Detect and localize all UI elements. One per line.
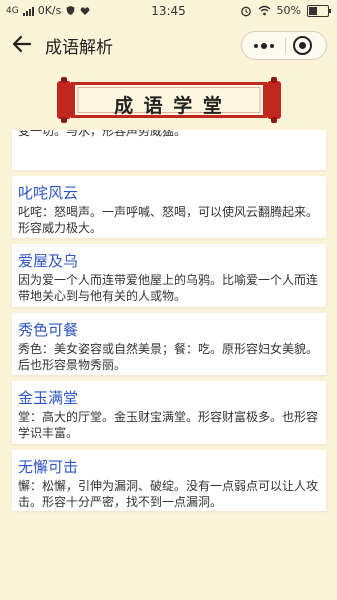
wifi-icon	[258, 5, 271, 16]
idiom-desc: 叱咤：怒喝声。一声呼喊、怒喝，可以使风云翻腾起来。形容威力极大。	[18, 205, 319, 235]
idiom-card: 叱咤风云 叱咤：怒喝声。一声呼喊、怒喝，可以使风云翻腾起来。形容威力极大。	[12, 176, 326, 238]
idiom-word[interactable]: 金玉满堂	[18, 387, 78, 408]
banner-area: 成 语 学 堂	[0, 67, 337, 127]
idiom-desc: 变一切。与水，形容声势威猛。	[18, 130, 187, 138]
idiom-desc: 堂：高大的厅堂。金玉财宝满堂。形容财富极多。也形容学识丰富。	[18, 410, 319, 440]
idiom-card: 无懈可击 懈：松懈，引伸为漏洞、破绽。没有一点弱点可以让人攻击。形容十分严密，找…	[12, 450, 326, 511]
idiom-desc: 懈：松懈，引伸为漏洞、破绽。没有一点弱点可以让人攻击。形容十分严密，找不到一点漏…	[18, 479, 319, 509]
battery-fill	[309, 6, 317, 15]
idiom-word[interactable]: 秀色可餐	[18, 319, 78, 340]
battery-icon	[307, 4, 331, 17]
status-bar: 4G 0K/s 13:45 50%	[0, 0, 337, 22]
capsule-divider	[285, 38, 286, 54]
alarm-icon	[240, 6, 251, 16]
nav-bar: 成语解析	[0, 22, 337, 67]
close-mini-program-button[interactable]	[293, 36, 312, 55]
status-right: 50%	[240, 4, 331, 17]
more-button[interactable]	[242, 32, 285, 59]
idiom-word[interactable]: 无懈可击	[18, 456, 78, 477]
idiom-desc: 因为爱一个人而连带爱他屋上的乌鸦。比喻爱一个人而连带地关心到与他有关的人或物。	[18, 273, 319, 303]
battery-percent: 50%	[276, 4, 301, 17]
more-dots-icon	[253, 43, 258, 48]
idiom-card: 爱屋及乌 因为爱一个人而连带爱他屋上的乌鸦。比喻爱一个人而连带地关心到与他有关的…	[12, 244, 326, 307]
idiom-word[interactable]: 叱咤风云	[18, 182, 78, 203]
idiom-list[interactable]: 变一切。与水，形容声势威猛。 叱咤风云 叱咤：怒喝声。一声呼喊、怒喝，可以使风云…	[0, 130, 337, 600]
back-arrow-icon[interactable]	[10, 32, 34, 56]
idiom-card: 秀色可餐 秀色：美女姿容或自然美景；餐：吃。原形容妇女美貌。后也形容景物秀丽。	[12, 313, 326, 375]
idiom-card: 变一切。与水，形容声势威猛。	[12, 130, 326, 170]
page-title: 成语解析	[45, 38, 113, 58]
mini-program-capsule	[241, 31, 327, 60]
idiom-desc: 秀色：美女姿容或自然美景；餐：吃。原形容妇女美貌。后也形容景物秀丽。	[18, 342, 319, 372]
idiom-card: 金玉满堂 堂：高大的厅堂。金玉财宝满堂。形容财富极多。也形容学识丰富。	[12, 381, 326, 444]
idiom-word[interactable]: 爱屋及乌	[18, 250, 78, 271]
banner-title: 成 语 学 堂	[114, 95, 224, 117]
